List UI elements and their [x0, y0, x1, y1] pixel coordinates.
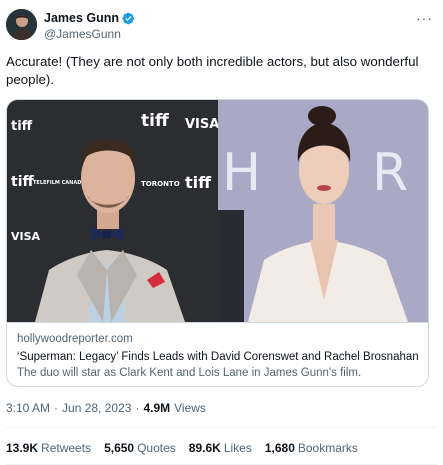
- backdrop-word: tiff: [11, 174, 34, 190]
- likes-label: Likes: [223, 441, 252, 455]
- backdrop-word: tiff: [141, 111, 169, 131]
- bookmarks-stat[interactable]: 1,680 Bookmarks: [265, 441, 358, 455]
- divider: [6, 427, 437, 428]
- tweet-date[interactable]: Jun 28, 2023: [62, 401, 131, 415]
- backdrop-letter: H: [222, 143, 261, 203]
- retweets-label: Retweets: [41, 441, 92, 455]
- more-options-icon[interactable]: ···: [416, 10, 433, 26]
- name-row: James Gunn: [44, 11, 135, 25]
- retweets-count: 13.9K: [6, 441, 39, 455]
- meta-separator: ·: [135, 401, 140, 415]
- likes-stat[interactable]: 89.6K Likes: [189, 441, 252, 455]
- quotes-stat[interactable]: 5,650 Quotes: [104, 441, 176, 455]
- card-image[interactable]: tiff tiff VISA tiff tiff VISA TORONTO TE…: [7, 100, 428, 322]
- views-label: Views: [174, 401, 206, 415]
- meta-separator: ·: [54, 401, 59, 415]
- avatar[interactable]: [6, 9, 37, 40]
- views-count: 4.9M: [143, 401, 171, 415]
- user-handle[interactable]: @JamesGunn: [44, 27, 121, 41]
- link-card[interactable]: tiff tiff VISA tiff tiff VISA TORONTO TE…: [6, 99, 429, 387]
- actor-photo-left: tiff tiff VISA tiff tiff VISA TORONTO TE…: [7, 100, 218, 322]
- verified-badge-icon: [122, 12, 135, 24]
- tweet-header: James Gunn @JamesGunn ···: [6, 8, 437, 42]
- backdrop-word: VISA: [11, 230, 41, 243]
- backdrop-word: tiff: [11, 119, 33, 134]
- tweet-meta: 3:10 AM · Jun 28, 2023 · 4.9M Views: [6, 401, 206, 415]
- backdrop-word: TORONTO: [141, 180, 180, 188]
- quotes-count: 5,650: [104, 441, 135, 455]
- bookmarks-label: Bookmarks: [297, 441, 358, 455]
- backdrop-word: tiff: [185, 173, 212, 192]
- card-domain: hollywoodreporter.com: [17, 333, 133, 345]
- backdrop-word: TELEFILM CANADA: [33, 180, 85, 186]
- retweets-stat[interactable]: 13.9K Retweets: [6, 441, 91, 455]
- tweet-text: Accurate! (They are not only both incred…: [6, 54, 419, 87]
- engagement-stats: 13.9K Retweets 5,650 Quotes 89.6K Likes 1,6…: [6, 441, 358, 455]
- backdrop-letter: R: [372, 143, 408, 203]
- card-body[interactable]: hollywoodreporter.com ‘Superman: Legacy’…: [7, 322, 428, 386]
- card-title: ‘Superman: Legacy’ Finds Leads with Davi…: [17, 351, 419, 363]
- backdrop-word: VISA: [185, 117, 218, 132]
- actor-photo-right: H R: [218, 100, 428, 322]
- card-image-right: H R: [218, 100, 428, 322]
- display-name[interactable]: James Gunn: [44, 11, 119, 25]
- quotes-label: Quotes: [137, 441, 176, 455]
- tweet-time[interactable]: 3:10 AM: [6, 401, 50, 415]
- bookmarks-count: 1,680: [264, 441, 295, 455]
- likes-count: 89.6K: [188, 441, 221, 455]
- card-description: The duo will star as Clark Kent and Lois…: [17, 367, 362, 379]
- avatar-image: [6, 9, 37, 40]
- card-image-left: tiff tiff VISA tiff tiff VISA TORONTO TE…: [7, 100, 218, 322]
